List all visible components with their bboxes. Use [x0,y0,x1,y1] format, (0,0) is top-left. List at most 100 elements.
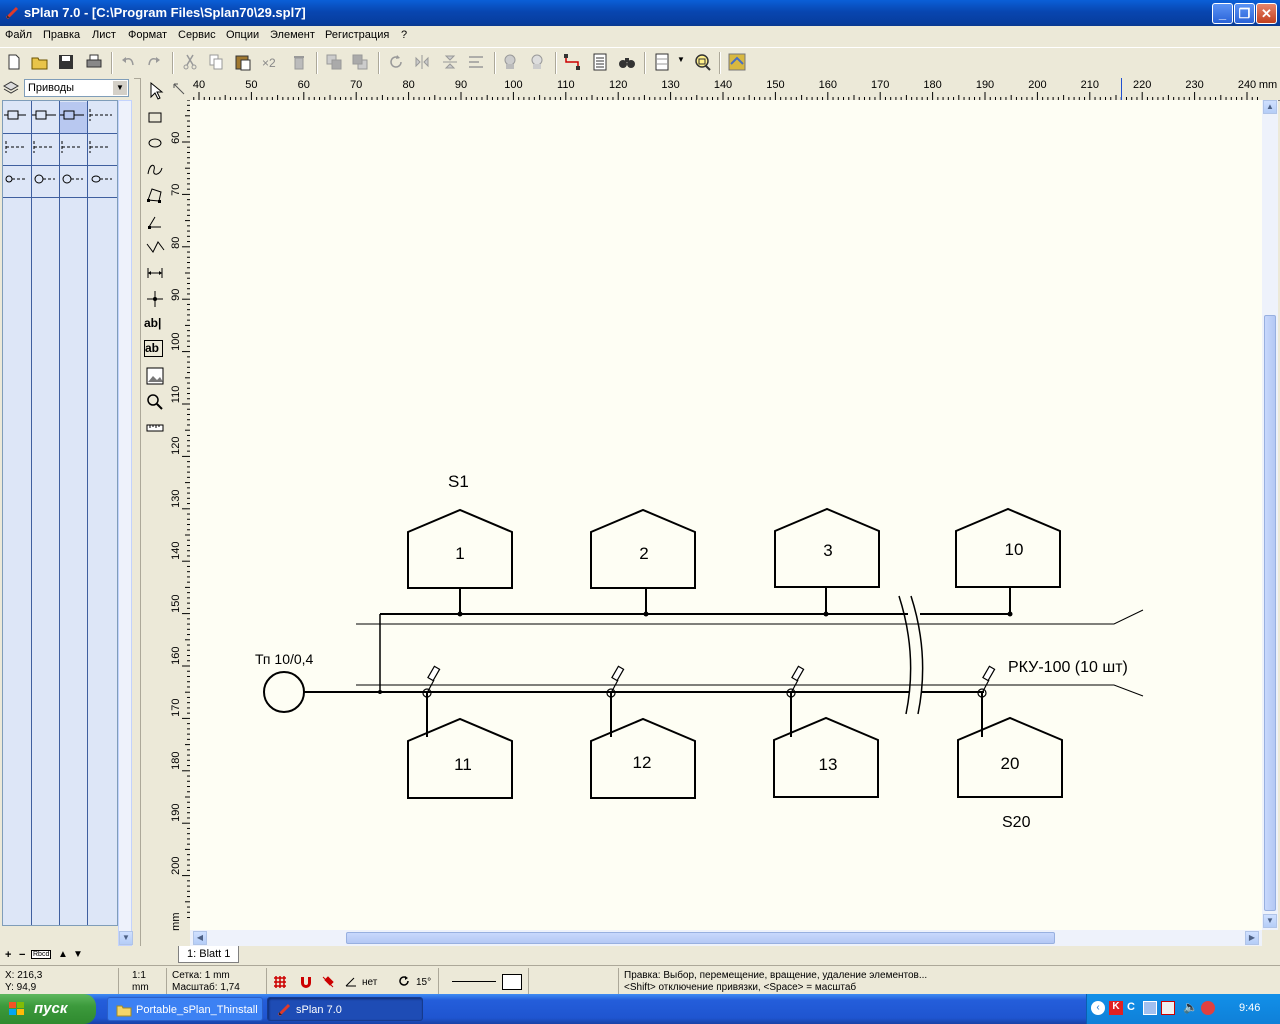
horizontal-scroll-thumb[interactable] [346,932,1055,944]
magnet-icon[interactable] [298,974,314,990]
page-layout-icon[interactable] [652,52,672,72]
fill-color-sample[interactable] [502,974,522,990]
horizontal-scrollbar[interactable]: ◀ ▶ [190,930,1262,946]
zoom-fit-icon[interactable] [692,52,712,72]
save-icon[interactable] [56,52,76,72]
delete-icon[interactable] [289,52,309,72]
restore-button[interactable]: ❐ [1234,3,1255,24]
menu-options[interactable]: Опции [226,29,259,41]
status-grid[interactable]: Сетка: 1 mm [172,970,230,981]
tray-expand-icon[interactable]: ‹ [1091,1001,1105,1015]
chevron-down-icon[interactable]: ▼ [113,81,127,95]
layers-icon[interactable] [2,80,20,96]
menu-file[interactable]: Файл [5,29,32,41]
bezier-tool-icon[interactable] [144,158,166,180]
polyline-tool-icon[interactable] [144,236,166,258]
line-tool-icon[interactable] [144,210,166,232]
scroll-left-arrow[interactable]: ◀ [193,931,207,945]
angle-snap-value[interactable]: нет [362,977,377,988]
duplicate-x2-button[interactable]: ×2 [262,56,284,76]
network-icon[interactable] [1143,1001,1157,1015]
rotate-icon[interactable] [386,52,406,72]
menu-sheet[interactable]: Лист [92,29,116,41]
rotation-step-icon[interactable] [398,975,410,987]
taskbar-task-splan[interactable]: sPlan 7.0 [267,997,423,1021]
page-layout-dropdown-arrow[interactable]: ▼ [677,55,687,75]
scroll-right-arrow[interactable]: ▶ [1245,931,1259,945]
horizontal-ruler[interactable]: 40 50 60 70 80 90 100 110 120 130 140 150 160 170 180 1… [190,78,1280,101]
search-binoculars-icon[interactable] [617,52,637,72]
kaspersky-icon[interactable]: K [1109,1001,1123,1015]
upper-bus[interactable] [356,587,1144,692]
antivirus-icon[interactable] [1201,1001,1215,1015]
textbox-tool-icon[interactable]: ab [144,340,163,357]
cut-icon[interactable] [180,52,200,72]
library-symbols[interactable] [3,101,117,197]
move-down-arrow-icon[interactable]: ▼ [73,949,83,960]
start-button[interactable]: пуск [0,994,96,1024]
pin-icon[interactable] [320,974,336,990]
scroll-up-arrow[interactable]: ▲ [1263,100,1277,114]
designer-icon[interactable] [727,52,747,72]
move-up-arrow-icon[interactable]: ▲ [58,949,68,960]
bottom-unit-houses[interactable] [407,716,1063,799]
security-alert-icon[interactable] [1161,1001,1175,1015]
redo-icon[interactable] [144,52,164,72]
open-folder-icon[interactable] [30,52,50,72]
schematic-drawing[interactable]: Тп 10/0,4 РКУ-100 (10 шт) S1 S20 1 2 3 1… [190,100,1262,930]
send-back-icon[interactable] [350,52,370,72]
image-tool-icon[interactable] [144,365,166,387]
taskbar-task-portable[interactable]: Portable_sPlan_Thinstall [107,997,263,1021]
close-button[interactable]: ✕ [1256,3,1277,24]
junction-tool-icon[interactable] [144,288,166,310]
remove-library-button[interactable]: − [19,949,25,961]
line-style-sample[interactable] [452,981,496,982]
vertical-ruler[interactable]: 60 70 80 90 100 110 120 130 140 150 160 170 180 190 20… [168,100,191,946]
menu-element[interactable]: Элемент [270,29,315,41]
mirror-vertical-icon[interactable] [440,52,460,72]
menu-edit[interactable]: Правка [43,29,80,41]
parts-list-icon[interactable] [590,52,610,72]
library-select[interactable]: Приводы ▼ [24,79,129,97]
zoom-tool-icon[interactable] [144,391,166,413]
connection-icon[interactable] [562,52,582,72]
measure-tool-icon[interactable] [144,417,166,439]
rectangle-tool-icon[interactable] [144,106,166,128]
polygon-tool-icon[interactable] [144,184,166,206]
rotation-step-value[interactable]: 15° [416,977,431,988]
ruler-corner[interactable] [168,78,190,100]
bring-front-icon[interactable] [324,52,344,72]
scroll-down-arrow[interactable]: ▼ [1263,914,1277,928]
sync-icon[interactable]: C [1127,1001,1135,1013]
dimension-tool-icon[interactable] [144,262,166,284]
align-icon[interactable] [466,52,486,72]
transformer-symbol[interactable] [263,671,305,713]
scroll-down-arrow[interactable]: ▼ [119,931,133,945]
speaker-icon[interactable]: 🔈 [1183,1000,1198,1014]
snap-grid-icon[interactable] [272,974,288,990]
select-pointer-icon[interactable] [144,80,166,102]
vertical-scroll-thumb[interactable] [1264,315,1276,911]
vertical-scrollbar[interactable]: ▲ ▼ [1262,100,1278,930]
add-library-button[interactable]: + [5,949,11,961]
sheet-tab-1[interactable]: 1: Blatt 1 [178,946,240,963]
menu-format[interactable]: Формат [128,29,167,41]
mirror-horizontal-icon[interactable] [412,52,432,72]
title-bar[interactable]: sPlan 7.0 - [C:\Program Files\Splan70\29… [0,0,1280,26]
undo-icon[interactable] [118,52,138,72]
menu-help[interactable]: ? [401,29,407,41]
minimize-button[interactable]: _ [1212,3,1233,24]
new-file-icon[interactable] [4,52,24,72]
group-icon[interactable] [500,52,520,72]
paste-icon[interactable] [233,52,253,72]
copy-icon[interactable] [206,52,226,72]
menu-registration[interactable]: Регистрация [325,29,389,41]
text-tool-icon[interactable]: ab| [144,316,166,338]
ungroup-icon[interactable] [527,52,547,72]
ruler-origin-icon[interactable] [173,83,185,95]
print-icon[interactable] [84,52,104,72]
menu-service[interactable]: Сервис [178,29,216,41]
ellipse-tool-icon[interactable] [144,132,166,154]
drawing-canvas[interactable]: Тп 10/0,4 РКУ-100 (10 шт) S1 S20 1 2 3 1… [190,100,1262,930]
lower-bus[interactable] [304,684,1144,737]
